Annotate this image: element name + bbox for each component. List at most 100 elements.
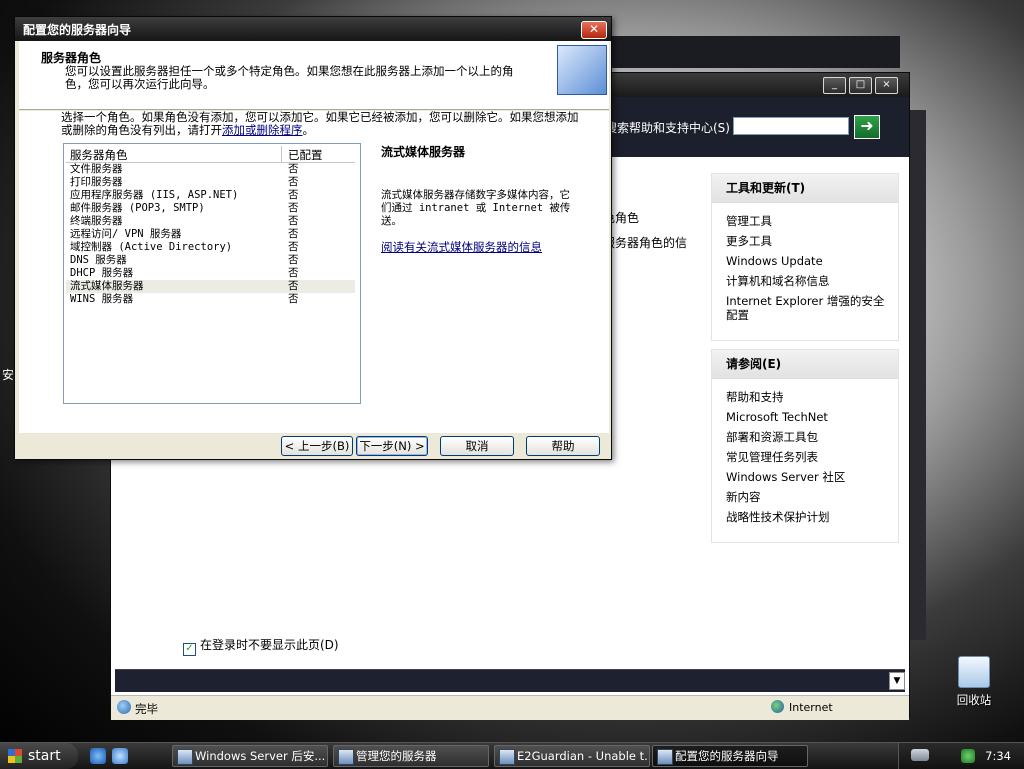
system-tray: 7:34 bbox=[898, 743, 1024, 769]
help-button[interactable]: 帮助 bbox=[526, 436, 600, 456]
tools-link-item[interactable]: Windows Update bbox=[726, 251, 898, 271]
tools-link-item[interactable]: 计算机和域名称信息 bbox=[726, 271, 898, 291]
taskbar-button[interactable]: 管理您的服务器 bbox=[333, 745, 489, 767]
configure-server-wizard: 配置您的服务器向导 ✕ 服务器角色 您可以设置此服务器担任一个或多个特定角色。如… bbox=[14, 16, 612, 460]
role-detail-link[interactable]: 阅读有关流式媒体服务器的信息 bbox=[381, 239, 542, 255]
role-row[interactable]: 文件服务器 否 bbox=[66, 163, 355, 176]
wizard-header-subtitle: 您可以设置此服务器担任一个或多个特定角色。如果您想在此服务器上添加一个以上的角色… bbox=[65, 64, 514, 91]
role-configured: 否 bbox=[288, 189, 299, 201]
server-wizard-icon bbox=[557, 45, 607, 95]
page-status-icon bbox=[117, 700, 131, 714]
taskbar-button-label: E2Guardian - Unable t... bbox=[517, 749, 650, 763]
taskbar-button[interactable]: E2Guardian - Unable t... bbox=[494, 745, 650, 767]
role-configured: 否 bbox=[288, 241, 299, 253]
close-icon: ✕ bbox=[588, 22, 600, 36]
role-configured: 否 bbox=[288, 215, 299, 227]
wizard-titlebar[interactable]: 配置您的服务器向导 ✕ bbox=[15, 17, 611, 41]
status-bar: 完毕 Internet bbox=[111, 695, 909, 720]
wizard-footer: < 上一步(B) 下一步(N) > 取消 帮助 bbox=[19, 433, 609, 459]
see-also-link-item[interactable]: 常见管理任务列表 bbox=[726, 447, 898, 467]
cancel-button[interactable]: 取消 bbox=[440, 436, 514, 456]
network-tray-icon[interactable] bbox=[911, 749, 929, 761]
explorer-quicklaunch-icon[interactable] bbox=[112, 748, 128, 764]
start-label: start bbox=[28, 748, 61, 764]
close-button[interactable]: × bbox=[875, 77, 898, 94]
start-button[interactable]: start bbox=[0, 743, 78, 769]
role-configured: 否 bbox=[288, 280, 299, 292]
search-input[interactable] bbox=[733, 117, 849, 135]
role-row[interactable]: 流式媒体服务器 否 bbox=[66, 280, 355, 293]
window-icon bbox=[338, 749, 354, 765]
instruction-text: 选择一个角色。如果角色没有添加，您可以添加它。如果它已经被添加，您可以删除它。如… bbox=[61, 110, 579, 137]
window-icon bbox=[657, 749, 673, 765]
back-button[interactable]: < 上一步(B) bbox=[281, 436, 353, 456]
tools-link-item[interactable]: 管理工具 bbox=[726, 211, 898, 231]
tools-panel-header: 工具和更新(T) bbox=[712, 174, 898, 203]
roles-list-header: 服务器角色 已配置 bbox=[66, 146, 355, 163]
role-name: WINS 服务器 bbox=[70, 293, 134, 305]
ie-quicklaunch-icon[interactable] bbox=[90, 748, 106, 764]
role-row[interactable]: 邮件服务器 (POP3, SMTP) 否 bbox=[66, 202, 355, 215]
minimize-button[interactable]: _ bbox=[823, 77, 846, 94]
column-separator[interactable] bbox=[281, 146, 282, 162]
background-window-right bbox=[910, 110, 926, 640]
clock: 7:34 bbox=[985, 749, 1011, 763]
role-row[interactable]: 远程访问/ VPN 服务器 否 bbox=[66, 228, 355, 241]
taskbar-button[interactable]: Windows Server 后安... bbox=[172, 745, 328, 767]
role-name: 流式媒体服务器 bbox=[70, 280, 144, 292]
role-configured: 否 bbox=[288, 163, 299, 175]
see-also-link-item[interactable]: Microsoft TechNet bbox=[726, 407, 898, 427]
recycle-bin[interactable]: 回收站 bbox=[954, 656, 994, 708]
see-also-link-item[interactable]: 战略性技术保护计划 bbox=[726, 507, 898, 527]
recycle-bin-icon bbox=[958, 656, 990, 688]
recycle-bin-label: 回收站 bbox=[956, 693, 992, 707]
role-name: DNS 服务器 bbox=[70, 254, 127, 266]
role-name: DHCP 服务器 bbox=[70, 267, 134, 279]
role-row[interactable]: 终端服务器 否 bbox=[66, 215, 355, 228]
see-also-link-item[interactable]: 新内容 bbox=[726, 487, 898, 507]
horizontal-scroll-area[interactable]: ▼ bbox=[115, 669, 905, 692]
taskbar-button[interactable]: 配置您的服务器向导 bbox=[652, 745, 808, 767]
content-fragment-2: 服务器角色的信 bbox=[603, 236, 688, 250]
add-remove-programs-link[interactable]: 添加或删除程序 bbox=[222, 123, 303, 137]
column-header-role[interactable]: 服务器角色 bbox=[70, 147, 128, 163]
windows-flag-icon bbox=[8, 749, 22, 763]
window-icon bbox=[499, 749, 515, 765]
search-go-button[interactable]: ➜ bbox=[854, 115, 880, 139]
internet-zone-icon bbox=[771, 700, 784, 713]
next-button[interactable]: 下一步(N) > bbox=[356, 436, 428, 456]
role-row[interactable]: 域控制器 (Active Directory) 否 bbox=[66, 241, 355, 254]
see-also-link-item[interactable]: 帮助和支持 bbox=[726, 387, 898, 407]
arrow-right-icon: ➜ bbox=[860, 116, 874, 135]
role-configured: 否 bbox=[288, 228, 299, 240]
scroll-down-arrow-icon[interactable]: ▼ bbox=[889, 672, 905, 690]
role-configured: 否 bbox=[288, 176, 299, 188]
server-roles-list[interactable]: 服务器角色 已配置 文件服务器否打印服务器否应用程序服务器 (IIS, ASP.… bbox=[63, 143, 361, 404]
see-also-link-item[interactable]: 部署和资源工具包 bbox=[726, 427, 898, 447]
role-row[interactable]: DHCP 服务器 否 bbox=[66, 267, 355, 280]
tools-panel: 工具和更新(T) 管理工具 更多工具 Windows Update 计算机和域名称信息… bbox=[711, 173, 899, 341]
role-row[interactable]: DNS 服务器 否 bbox=[66, 254, 355, 267]
role-name: 文件服务器 bbox=[70, 163, 123, 175]
tools-link-item[interactable]: Internet Explorer 增强的安全配置 bbox=[726, 294, 886, 322]
wizard-header: 服务器角色 您可以设置此服务器担任一个或多个特定角色。如果您想在此服务器上添加一… bbox=[19, 41, 609, 110]
role-configured: 否 bbox=[288, 254, 299, 266]
column-header-configured[interactable]: 已配置 bbox=[288, 147, 323, 163]
startup-checkbox-row[interactable]: ✓ 在登录时不要显示此页(D) bbox=[183, 636, 339, 656]
search-label: 搜索帮助和支持中心(S) bbox=[605, 121, 730, 135]
startup-checkbox[interactable]: ✓ bbox=[183, 643, 196, 656]
status-text: 完毕 bbox=[135, 702, 158, 716]
security-tray-icon[interactable] bbox=[961, 749, 975, 763]
wizard-instruction: 选择一个角色。如果角色没有添加，您可以添加它。如果它已经被添加，您可以删除它。如… bbox=[61, 111, 579, 137]
maximize-button[interactable]: □ bbox=[849, 77, 872, 94]
tools-link-item[interactable]: 更多工具 bbox=[726, 231, 898, 251]
role-row[interactable]: 应用程序服务器 (IIS, ASP.NET) 否 bbox=[66, 189, 355, 202]
wizard-close-button[interactable]: ✕ bbox=[581, 21, 607, 39]
see-also-link-item[interactable]: Windows Server 社区 bbox=[726, 467, 898, 487]
window-icon bbox=[177, 749, 193, 765]
role-row[interactable]: WINS 服务器 否 bbox=[66, 293, 355, 306]
wizard-body: 选择一个角色。如果角色没有添加，您可以添加它。如果它已经被添加，您可以删除它。如… bbox=[19, 111, 609, 433]
see-also-panel: 请参阅(E) 帮助和支持 Microsoft TechNet 部署和资源工具包 常见管… bbox=[711, 349, 899, 543]
role-row[interactable]: 打印服务器 否 bbox=[66, 176, 355, 189]
role-name: 邮件服务器 (POP3, SMTP) bbox=[70, 202, 205, 214]
